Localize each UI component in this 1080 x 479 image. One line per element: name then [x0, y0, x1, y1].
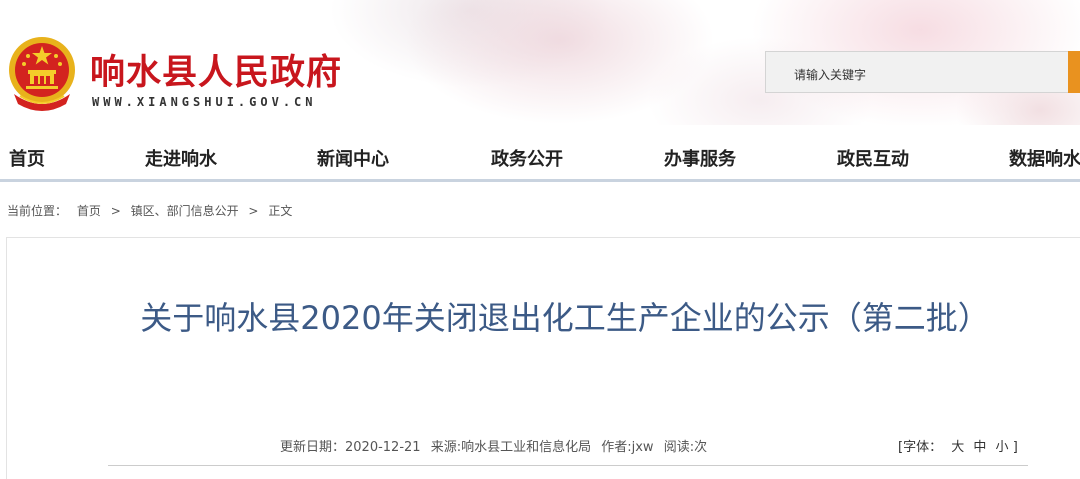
- site-header: 响水县人民政府 WWW.XIANGSHUI.GOV.CN 请输入关键字: [0, 0, 1080, 125]
- article-source: 来源:响水县工业和信息化局: [430, 440, 592, 455]
- font-size-close: ]: [1012, 440, 1018, 455]
- site-title[interactable]: 响水县人民政府: [90, 44, 342, 95]
- meta-divider: [108, 465, 1028, 466]
- breadcrumb-separator: >: [110, 204, 121, 218]
- update-date: 更新日期：2020-12-21: [280, 440, 421, 455]
- breadcrumb-section-link[interactable]: 镇区、部门信息公开: [131, 204, 239, 218]
- font-small-button[interactable]: 小: [996, 440, 1009, 455]
- nav-item-interaction[interactable]: 政民互动: [837, 145, 909, 171]
- read-count: 阅读:次: [663, 440, 708, 455]
- article-author: 作者:jxw: [601, 440, 654, 455]
- breadcrumb-home-link[interactable]: 首页: [77, 204, 101, 218]
- breadcrumb-current: 正文: [268, 204, 293, 218]
- nav-item-about[interactable]: 走进响水: [145, 145, 217, 171]
- breadcrumb-separator: >: [248, 204, 259, 218]
- nav-item-home[interactable]: 首页: [9, 145, 45, 171]
- main-nav: 首页 走进响水 新闻中心 政务公开 办事服务 政民互动 数据响水: [0, 125, 1080, 182]
- nav-item-gov-affairs[interactable]: 政务公开: [491, 145, 563, 171]
- national-emblem-icon[interactable]: [6, 34, 78, 112]
- article-title: 关于响水县2020年关闭退出化工生产企业的公示（第二批）: [140, 299, 990, 337]
- breadcrumb-prefix: 当前位置：: [7, 204, 68, 218]
- font-large-button[interactable]: 大: [951, 440, 964, 455]
- search-input[interactable]: 请输入关键字: [765, 51, 1070, 93]
- search-button[interactable]: [1068, 51, 1080, 93]
- font-medium-button[interactable]: 中: [973, 440, 986, 455]
- site-url: WWW.XIANGSHUI.GOV.CN: [92, 95, 317, 109]
- nav-item-data[interactable]: 数据响水: [1009, 145, 1080, 171]
- breadcrumb: 当前位置： 首页 > 镇区、部门信息公开 > 正文: [7, 202, 298, 219]
- article-meta: 更新日期：2020-12-21 来源:响水县工业和信息化局 作者:jxw 阅读:…: [280, 436, 713, 455]
- font-size-control: [字体： 大 中 小 ]: [898, 436, 1018, 455]
- nav-item-news[interactable]: 新闻中心: [317, 145, 389, 171]
- font-size-label: [字体：: [898, 440, 943, 455]
- nav-item-services[interactable]: 办事服务: [664, 145, 736, 171]
